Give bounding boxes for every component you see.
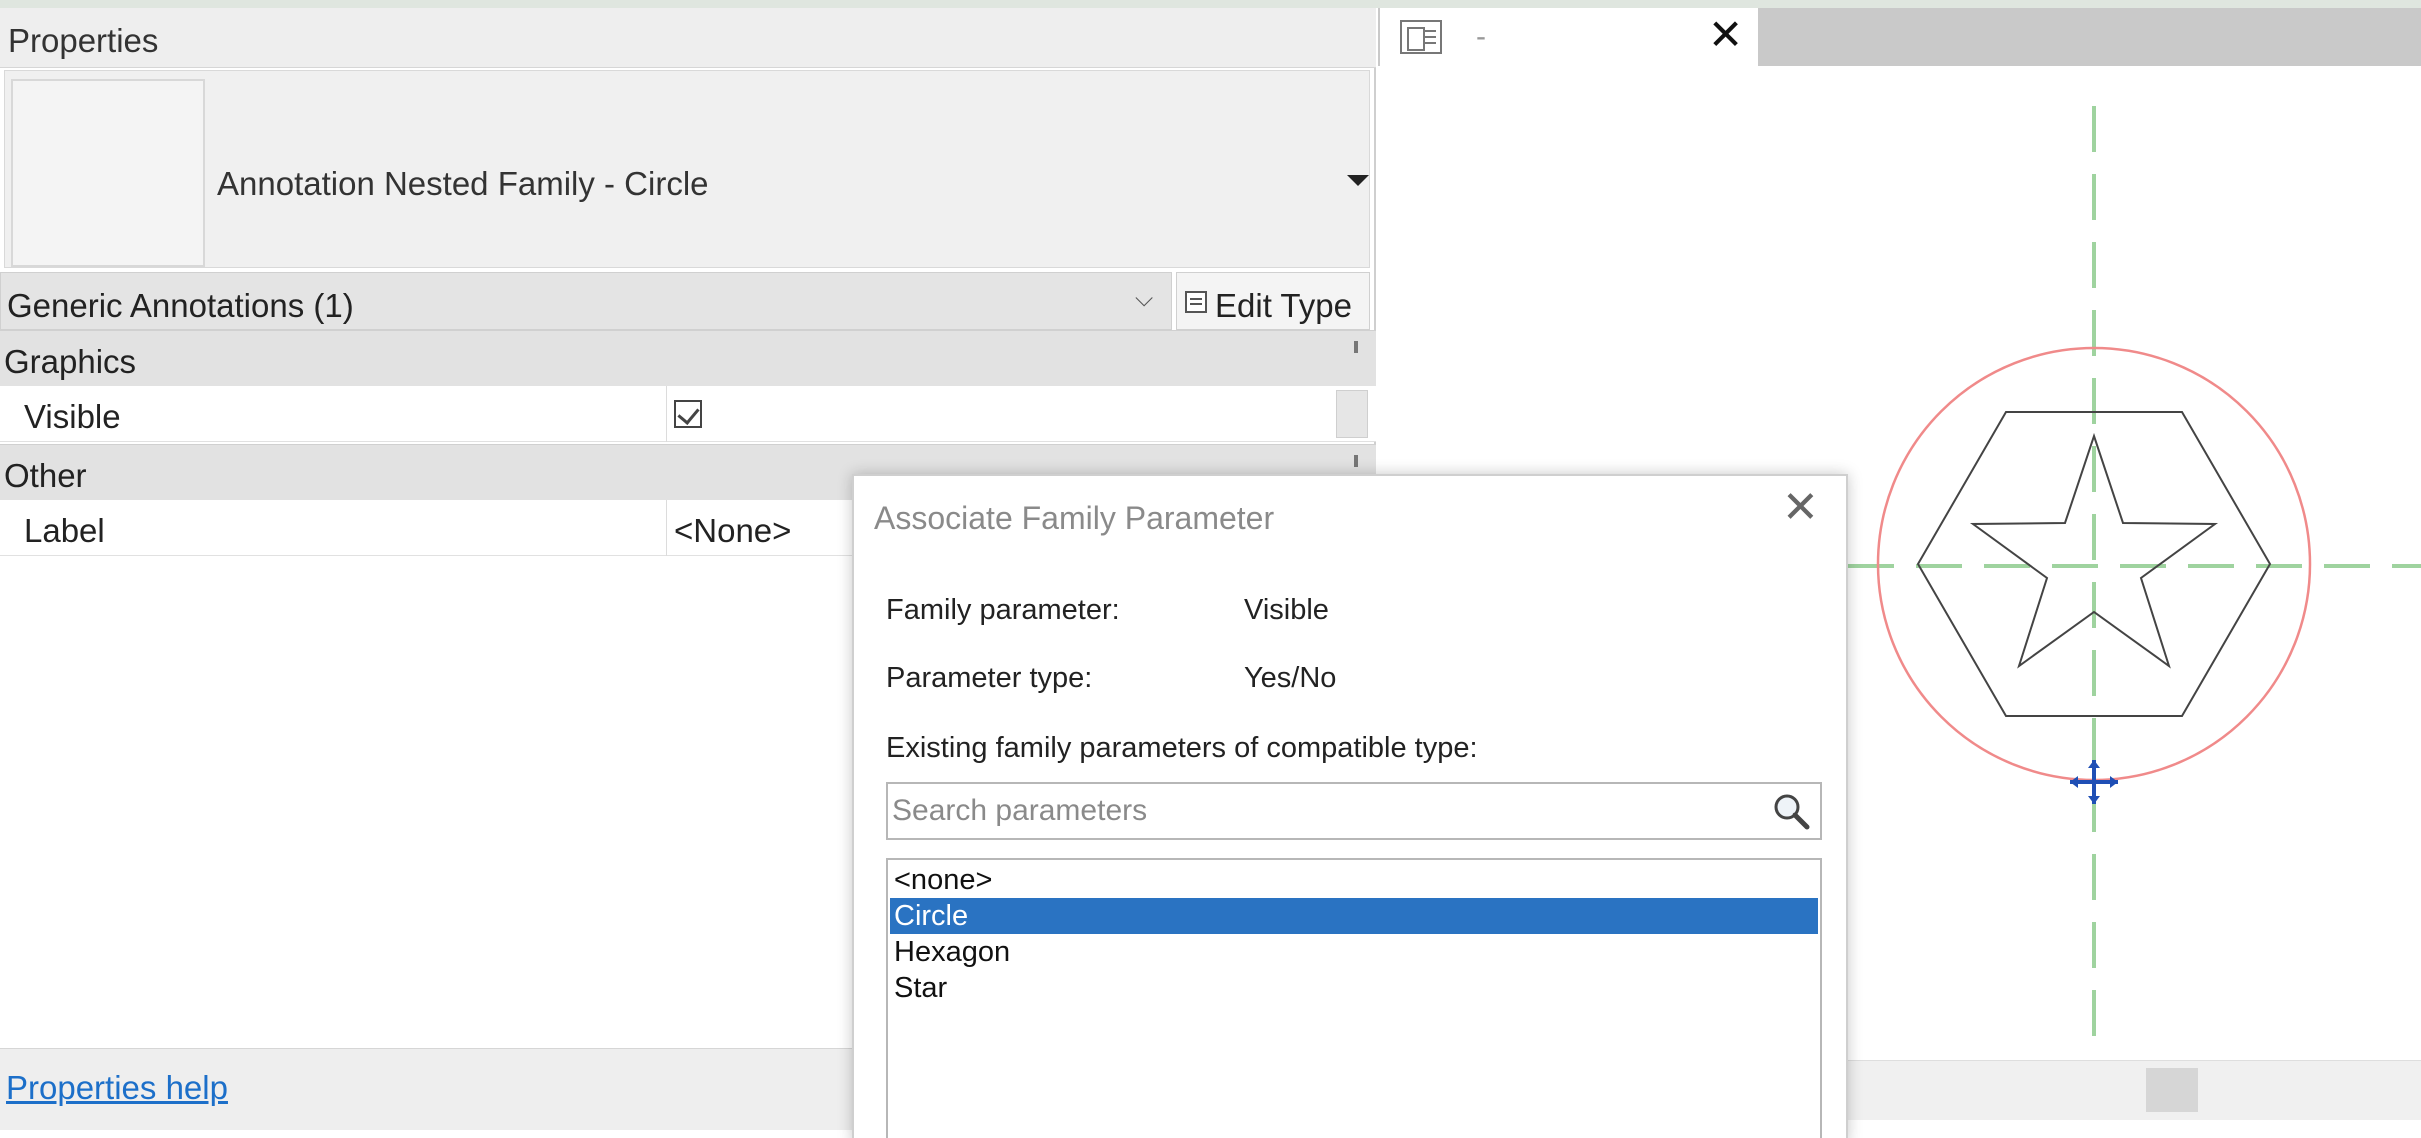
family-parameter-label: Family parameter: — [886, 594, 1120, 626]
list-item[interactable]: Hexagon — [890, 934, 1818, 970]
search-input[interactable] — [892, 788, 1752, 834]
property-name: Visible — [24, 398, 121, 435]
checkbox-checked-icon[interactable] — [674, 400, 702, 428]
chevron-down-icon: ⌵ — [1135, 285, 1154, 312]
horizontal-scrollbar[interactable] — [1848, 1060, 2421, 1120]
instance-filter-label: Generic Annotations (1) — [7, 287, 354, 324]
list-item[interactable]: <none> — [890, 862, 1818, 898]
properties-title: Properties — [8, 22, 159, 59]
magnifier-icon[interactable] — [1772, 792, 1810, 830]
edit-type-icon — [1185, 291, 1207, 313]
parameter-type-value: Yes/No — [1244, 662, 1337, 694]
caret-down-icon[interactable] — [1347, 175, 1369, 186]
group-label: Other — [4, 457, 87, 494]
view-tab-title: - — [1476, 20, 1486, 53]
type-name: Annotation Nested Family - Circle — [217, 165, 709, 202]
properties-title-bar: Properties — [0, 8, 1376, 68]
type-preview-image — [11, 79, 205, 267]
search-box — [886, 782, 1822, 840]
close-icon[interactable]: ✕ — [1708, 14, 1743, 56]
top-strip — [0, 0, 2421, 8]
property-value-field[interactable]: <None> — [674, 512, 791, 550]
view-tab-bar: - ✕ — [1378, 8, 2421, 66]
group-collapse-marker[interactable] — [1354, 455, 1358, 467]
parameter-type-label: Parameter type: — [886, 662, 1093, 694]
column-divider — [666, 500, 667, 556]
family-parameter-value: Visible — [1244, 594, 1329, 626]
associate-family-parameter-dialog: Associate Family Parameter ✕ Family para… — [852, 474, 1848, 1138]
existing-parameters-label: Existing family parameters of compatible… — [886, 732, 1478, 764]
type-selector[interactable]: Annotation Nested Family - Circle — [4, 70, 1370, 268]
edit-type-label: Edit Type — [1215, 287, 1352, 324]
scrollbar-thumb[interactable] — [2146, 1068, 2198, 1112]
properties-help-link[interactable]: Properties help — [6, 1069, 228, 1107]
group-header-graphics[interactable]: Graphics — [0, 330, 1376, 386]
associate-parameter-button[interactable] — [1336, 390, 1368, 438]
list-item[interactable]: Star — [890, 970, 1818, 1006]
move-grip-icon[interactable] — [2070, 760, 2118, 804]
column-divider — [666, 386, 667, 442]
edit-type-button[interactable]: Edit Type — [1176, 272, 1370, 330]
close-icon[interactable]: ✕ — [1782, 486, 1819, 530]
group-collapse-marker[interactable] — [1354, 341, 1358, 353]
dialog-title: Associate Family Parameter — [874, 500, 1275, 536]
property-row-visible: Visible — [0, 386, 1376, 442]
instance-row: Generic Annotations (1) ⌵ Edit Type — [0, 272, 1376, 330]
sheet-view-icon — [1400, 20, 1442, 54]
view-tab[interactable]: - ✕ — [1380, 8, 1758, 66]
property-name: Label — [24, 512, 105, 549]
parameter-list[interactable]: <none> Circle Hexagon Star — [886, 858, 1822, 1138]
list-item-selected[interactable]: Circle — [890, 898, 1818, 934]
group-label: Graphics — [4, 343, 137, 380]
instance-filter-dropdown[interactable]: Generic Annotations (1) ⌵ — [0, 272, 1172, 330]
